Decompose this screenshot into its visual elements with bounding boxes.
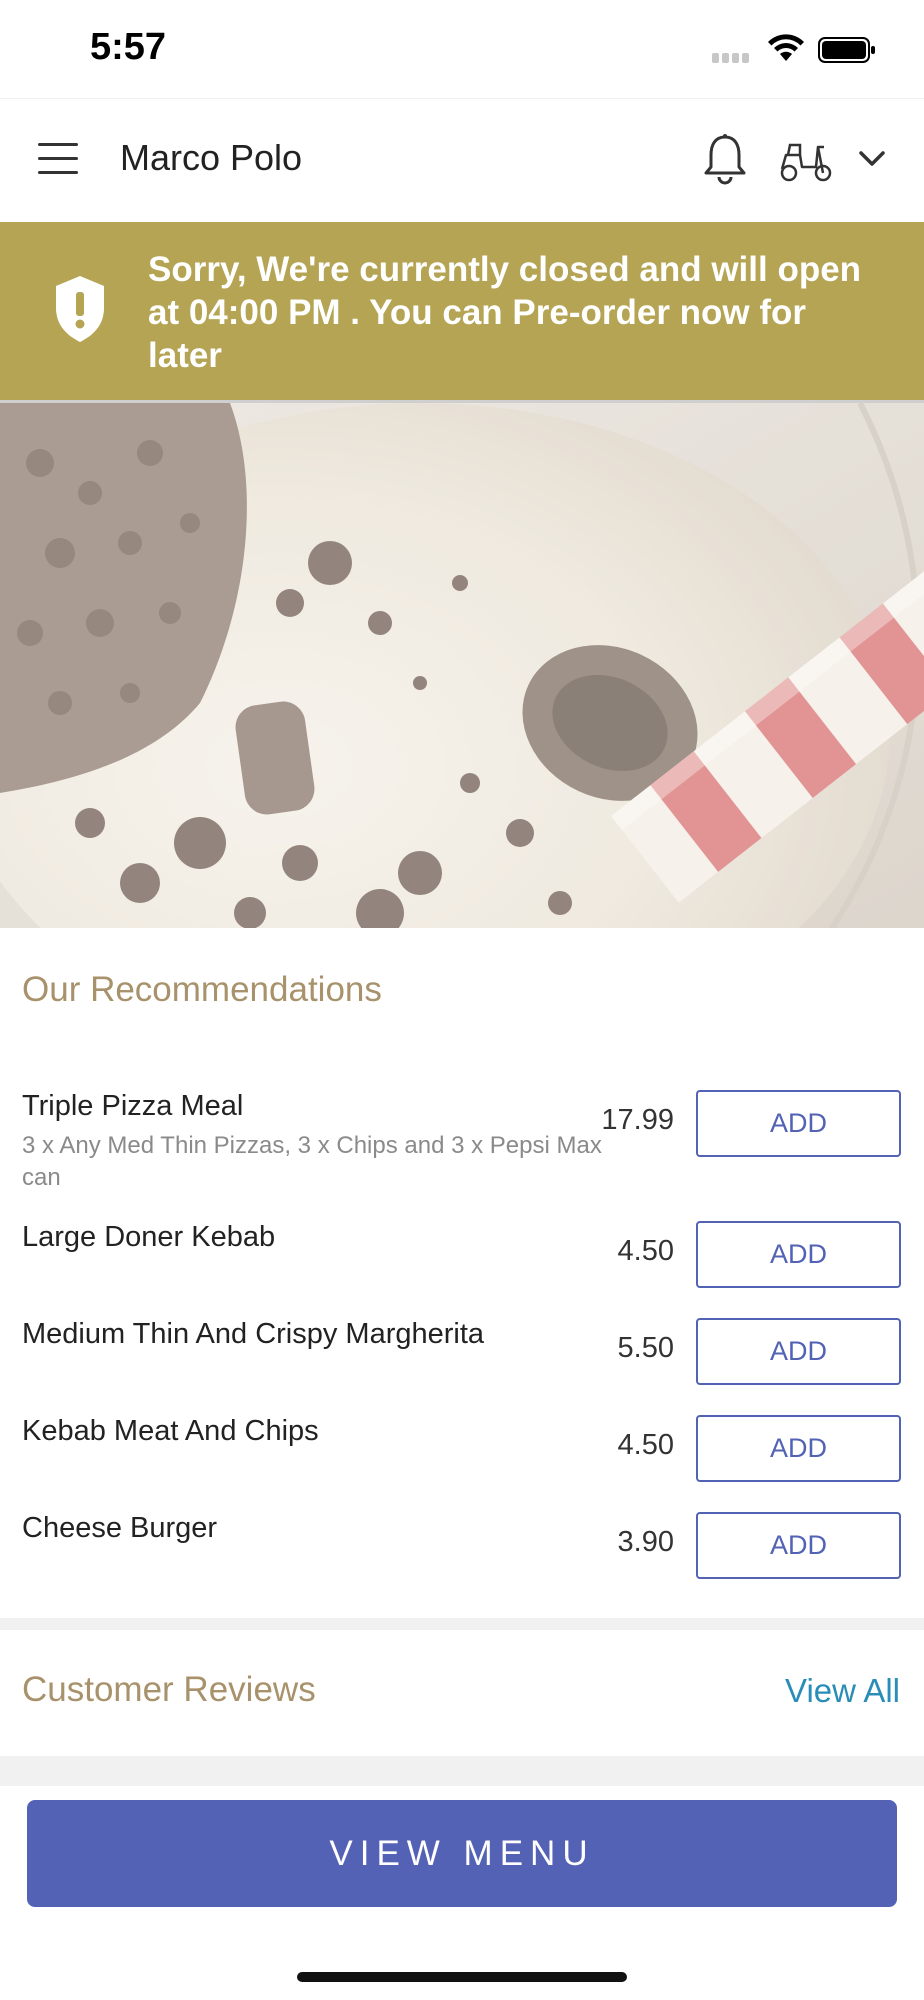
add-button[interactable]: ADD — [696, 1090, 901, 1157]
scooter-icon[interactable] — [778, 139, 834, 183]
home-indicator — [297, 1972, 627, 1982]
add-button[interactable]: ADD — [696, 1318, 901, 1385]
view-menu-button[interactable]: VIEW MENU — [27, 1800, 897, 1907]
closed-message: Sorry, We're currently closed and will o… — [148, 250, 862, 375]
item-price: 5.50 — [617, 1332, 674, 1364]
item-price: 17.99 — [601, 1104, 674, 1136]
item-name: Medium Thin And Crispy Margherita — [22, 1318, 485, 1350]
item-name: Triple Pizza Meal — [22, 1090, 244, 1122]
item-price: 4.50 — [617, 1429, 674, 1461]
add-button[interactable]: ADD — [696, 1415, 901, 1482]
hamburger-menu-icon[interactable] — [38, 143, 82, 177]
closed-banner: Sorry, We're currently closed and will o… — [0, 222, 924, 400]
item-name: Kebab Meat And Chips — [22, 1415, 319, 1447]
item-price: 3.90 — [617, 1526, 674, 1558]
hero-image — [0, 400, 924, 928]
add-button[interactable]: ADD — [696, 1512, 901, 1579]
signal-icon — [712, 50, 754, 63]
add-button[interactable]: ADD — [696, 1221, 901, 1288]
item-name: Large Doner Kebab — [22, 1221, 276, 1253]
reviews-title: Customer Reviews — [22, 1670, 316, 1709]
restaurant-name: Marco Polo — [120, 137, 303, 178]
shield-alert-icon — [56, 276, 104, 342]
section-divider — [0, 1756, 924, 1786]
status-time: 5:57 — [90, 26, 167, 68]
recommendations-title: Our Recommendations — [22, 970, 382, 1009]
item-description: 3 x Any Med Thin Pizzas, 3 x Chips and 3… — [22, 1132, 602, 1191]
view-all-link[interactable]: View All — [785, 1672, 900, 1710]
status-bar: 5:57 — [0, 0, 924, 98]
battery-icon — [818, 37, 875, 63]
chevron-down-icon[interactable] — [856, 145, 888, 173]
wifi-icon — [768, 34, 804, 61]
bell-icon[interactable] — [702, 133, 748, 185]
app-header: Marco Polo — [0, 98, 924, 222]
section-divider — [0, 1618, 924, 1630]
item-name: Cheese Burger — [22, 1512, 218, 1544]
item-price: 4.50 — [617, 1235, 674, 1267]
